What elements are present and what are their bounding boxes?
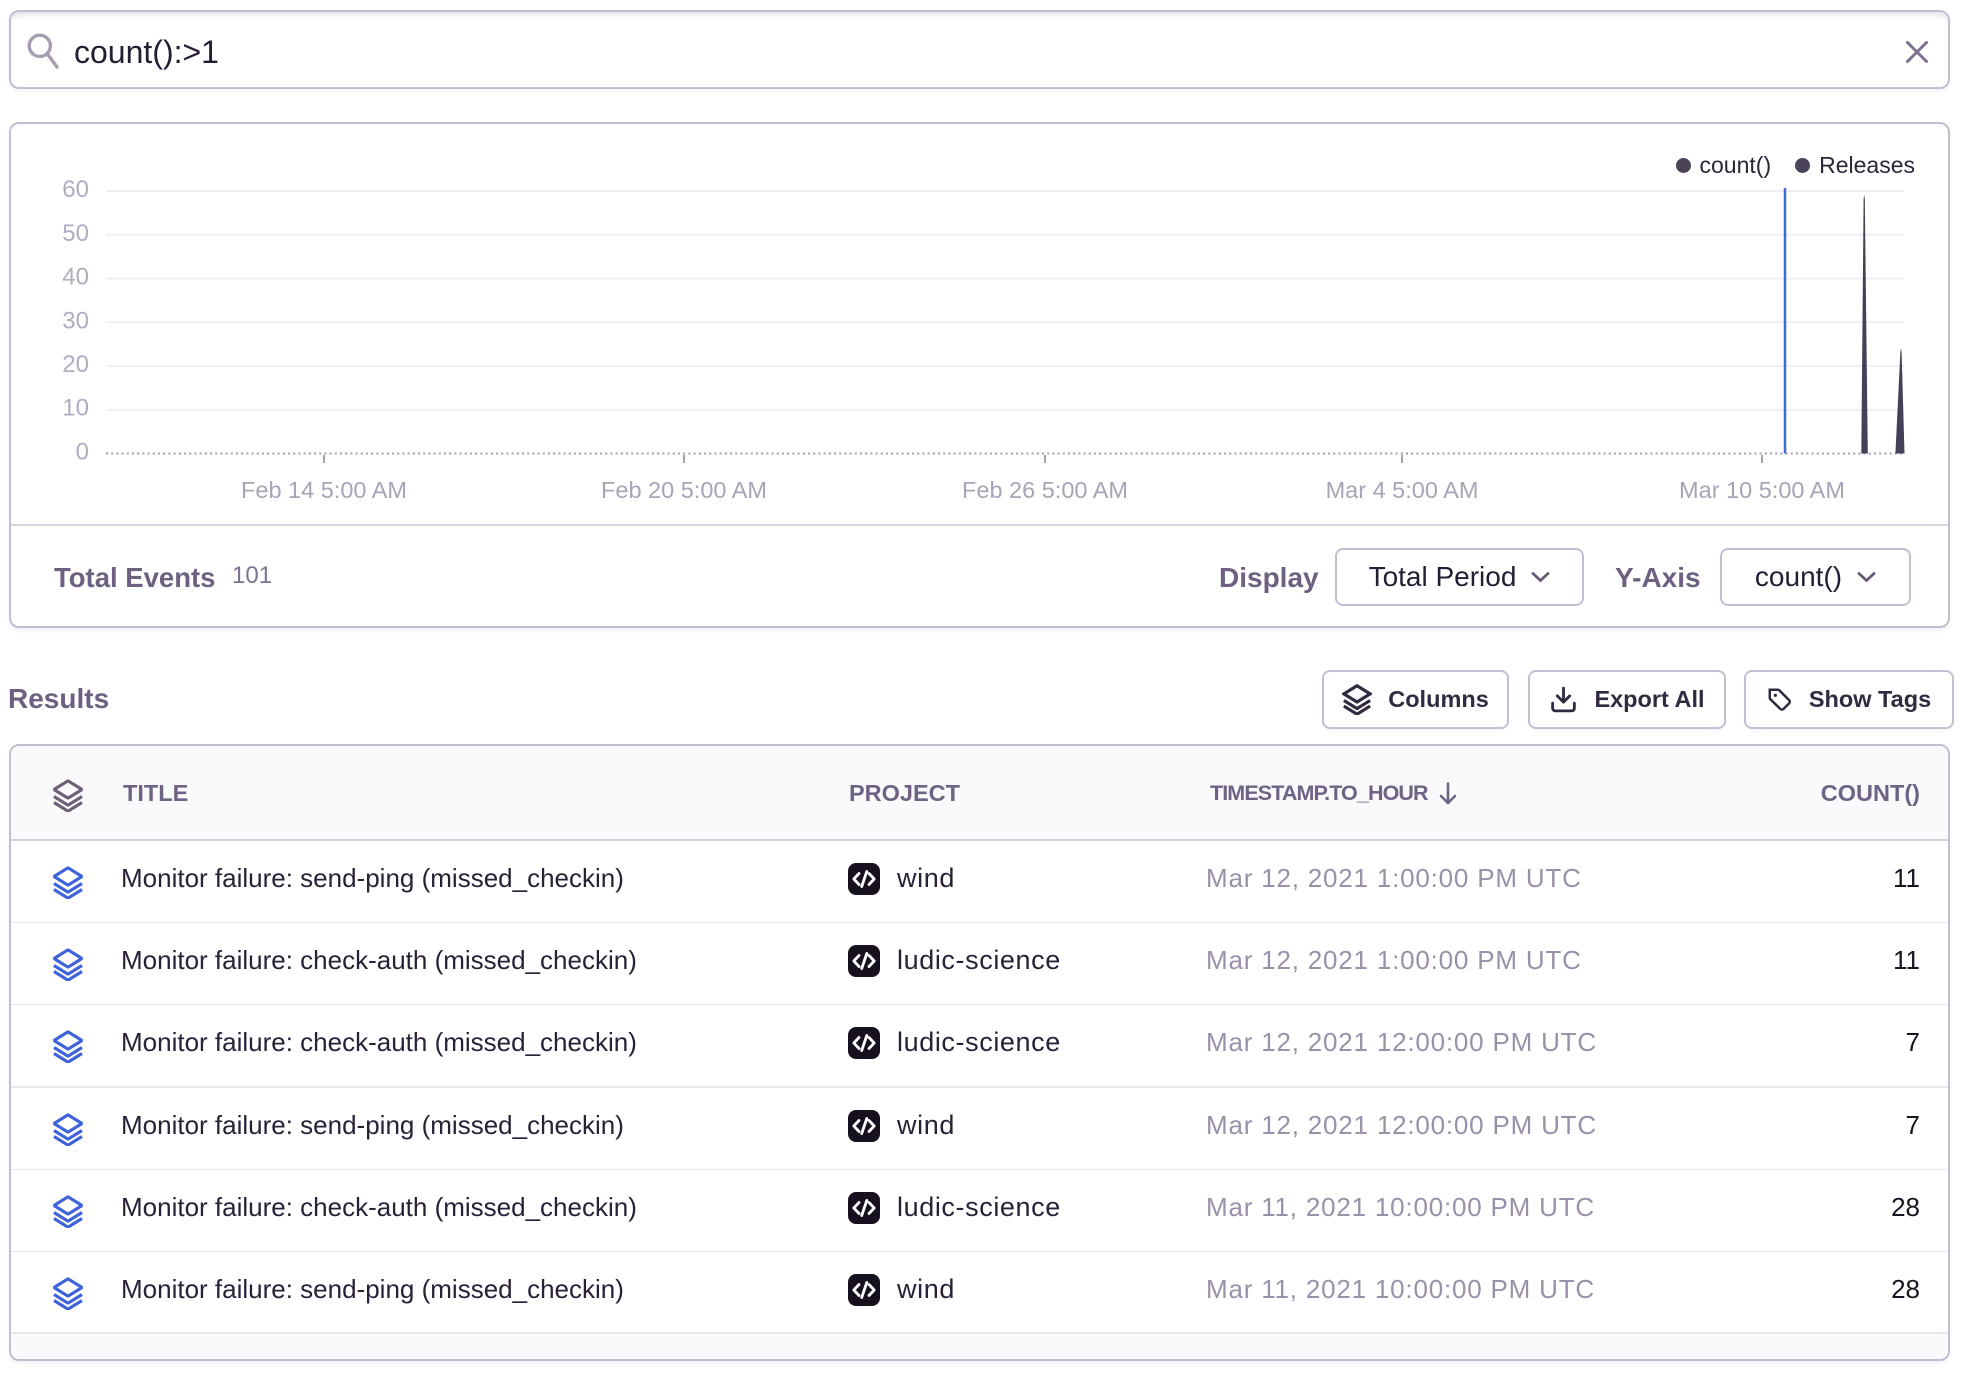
svg-text:Mar 4 5:00 AM: Mar 4 5:00 AM bbox=[1326, 477, 1479, 503]
svg-text:Feb 14 5:00 AM: Feb 14 5:00 AM bbox=[241, 477, 407, 503]
svg-text:10: 10 bbox=[62, 395, 89, 422]
svg-text:Mar 10 5:00 AM: Mar 10 5:00 AM bbox=[1679, 477, 1845, 503]
svg-text:60: 60 bbox=[62, 176, 89, 203]
svg-text:40: 40 bbox=[62, 264, 89, 291]
svg-text:Feb 26 5:00 AM: Feb 26 5:00 AM bbox=[962, 477, 1128, 503]
svg-text:0: 0 bbox=[76, 439, 89, 466]
svg-text:Feb 20 5:00 AM: Feb 20 5:00 AM bbox=[601, 477, 767, 503]
svg-text:20: 20 bbox=[62, 351, 89, 378]
svg-text:50: 50 bbox=[62, 220, 89, 247]
svg-text:30: 30 bbox=[62, 307, 89, 334]
